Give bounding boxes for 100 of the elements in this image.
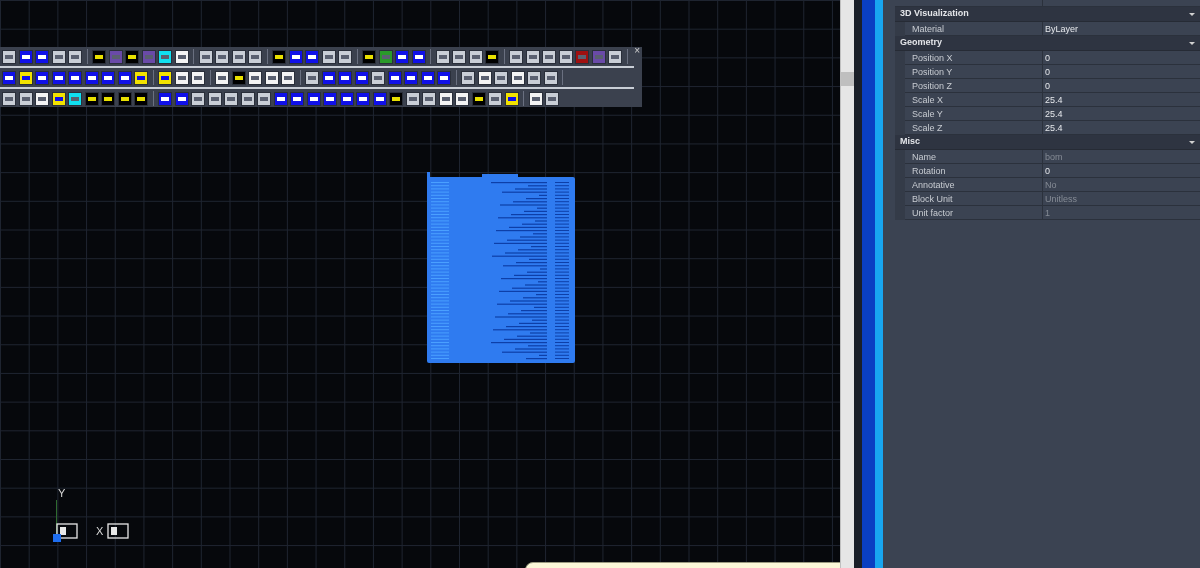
toolbar-button[interactable] bbox=[101, 91, 115, 106]
toolbar-button[interactable] bbox=[257, 91, 271, 106]
toolbar-button[interactable] bbox=[471, 91, 486, 106]
toolbar-button[interactable] bbox=[101, 70, 115, 85]
toolbar-button[interactable] bbox=[354, 70, 369, 85]
property-value[interactable]: 0 bbox=[1043, 51, 1200, 65]
toolbar-button[interactable] bbox=[215, 49, 229, 64]
property-value[interactable]: 0 bbox=[1043, 164, 1200, 178]
toolbar-button[interactable] bbox=[494, 70, 508, 85]
toolbar-button[interactable] bbox=[84, 91, 99, 106]
toolbar-button[interactable] bbox=[404, 70, 418, 85]
toolbar-button[interactable] bbox=[290, 91, 304, 106]
toolbar-button[interactable] bbox=[545, 91, 559, 106]
toolbar-button[interactable] bbox=[306, 91, 321, 106]
toolbar-button[interactable] bbox=[174, 49, 189, 64]
toolbar-button[interactable] bbox=[395, 49, 409, 64]
property-value[interactable]: 25.4 bbox=[1043, 93, 1200, 107]
toolbar-button[interactable] bbox=[35, 91, 49, 106]
toolbar-button[interactable] bbox=[510, 70, 525, 85]
toolbar-button[interactable] bbox=[438, 91, 453, 106]
toolbar-button[interactable] bbox=[477, 70, 492, 85]
toolbar-button[interactable] bbox=[362, 49, 376, 64]
property-value[interactable]: 25.4 bbox=[1043, 121, 1200, 135]
toolbar-button[interactable] bbox=[339, 91, 354, 106]
toolbar-button[interactable] bbox=[455, 91, 469, 106]
toolbar-button[interactable] bbox=[2, 70, 16, 85]
toolbar-button[interactable] bbox=[198, 49, 213, 64]
toolbar-button[interactable] bbox=[231, 70, 246, 85]
toolbar-button[interactable] bbox=[35, 49, 49, 64]
toolbar-button[interactable] bbox=[528, 91, 543, 106]
toolbar-button[interactable] bbox=[134, 70, 148, 85]
property-value[interactable]: 0 bbox=[1043, 79, 1200, 93]
toolbar-button[interactable] bbox=[452, 49, 466, 64]
toolbar-button[interactable] bbox=[174, 70, 189, 85]
toolbar-button[interactable] bbox=[51, 91, 66, 106]
toolbar-button[interactable] bbox=[485, 49, 499, 64]
toolbar-button[interactable] bbox=[542, 49, 556, 64]
toolbar-button[interactable] bbox=[405, 91, 420, 106]
toolbar-button[interactable] bbox=[191, 70, 205, 85]
toolbar-button[interactable] bbox=[420, 70, 435, 85]
toolbar-button[interactable] bbox=[558, 49, 573, 64]
toolbar-button[interactable] bbox=[240, 91, 255, 106]
property-value[interactable]: 25.4 bbox=[1043, 107, 1200, 121]
toolbar-button[interactable] bbox=[174, 91, 189, 106]
drawing-canvas[interactable]: × Y X bbox=[0, 0, 840, 568]
toolbar-button[interactable] bbox=[51, 70, 66, 85]
property-value[interactable]: 0 bbox=[1043, 65, 1200, 79]
toolbar-button[interactable] bbox=[272, 49, 286, 64]
close-button[interactable]: × bbox=[634, 46, 640, 56]
toolbar-button[interactable] bbox=[305, 49, 319, 64]
toolbar-button[interactable] bbox=[248, 49, 262, 64]
toolbar-button[interactable] bbox=[68, 91, 82, 106]
toolbar-button[interactable] bbox=[68, 49, 82, 64]
toolbar-button[interactable] bbox=[158, 70, 172, 85]
toolbar-button[interactable] bbox=[134, 91, 148, 106]
toolbar-button[interactable] bbox=[2, 91, 16, 106]
toolbar-button[interactable] bbox=[387, 70, 402, 85]
toolbar-button[interactable] bbox=[504, 91, 519, 106]
toolbar-button[interactable] bbox=[422, 91, 436, 106]
toolbar-button[interactable] bbox=[338, 70, 352, 85]
toolbar-button[interactable] bbox=[92, 49, 106, 64]
toolbar-button[interactable] bbox=[18, 91, 33, 106]
toolbar-button[interactable] bbox=[411, 49, 426, 64]
category-header[interactable]: Geometry bbox=[895, 36, 1200, 51]
toolbar-button[interactable] bbox=[468, 49, 483, 64]
toolbar-button[interactable] bbox=[158, 49, 172, 64]
toolbar-button[interactable] bbox=[264, 70, 279, 85]
toolbar-button[interactable] bbox=[18, 70, 33, 85]
toolbar-button[interactable] bbox=[68, 70, 82, 85]
toolbar-button[interactable] bbox=[608, 49, 622, 64]
toolbar-button[interactable] bbox=[117, 91, 132, 106]
toolbar-button[interactable] bbox=[437, 70, 451, 85]
toolbar-button[interactable] bbox=[215, 70, 229, 85]
toolbar-button[interactable] bbox=[527, 70, 541, 85]
toolbar-button[interactable] bbox=[224, 91, 238, 106]
toolbar-button[interactable] bbox=[248, 70, 262, 85]
toolbar-button[interactable] bbox=[84, 70, 99, 85]
toolbar-button[interactable] bbox=[323, 91, 337, 106]
toolbar-button[interactable] bbox=[273, 91, 288, 106]
toolbar-button[interactable] bbox=[389, 91, 403, 106]
toolbar-button[interactable] bbox=[281, 70, 295, 85]
toolbar-button[interactable] bbox=[371, 70, 385, 85]
toolbar-button[interactable] bbox=[288, 49, 303, 64]
toolbar-button[interactable] bbox=[51, 49, 66, 64]
toolbar-button[interactable] bbox=[321, 70, 336, 85]
toolbar-button[interactable] bbox=[372, 91, 387, 106]
toolbar-button[interactable] bbox=[461, 70, 475, 85]
toolbar-button[interactable] bbox=[18, 49, 33, 64]
toolbar-button[interactable] bbox=[125, 49, 139, 64]
toolbar-button[interactable] bbox=[305, 70, 319, 85]
toolbar-button[interactable] bbox=[509, 49, 523, 64]
toolbar-button[interactable] bbox=[321, 49, 336, 64]
toolbar-button[interactable] bbox=[191, 91, 205, 106]
category-header[interactable]: Misc bbox=[895, 135, 1200, 150]
toolbar-button[interactable] bbox=[356, 91, 370, 106]
toolbar-button[interactable] bbox=[207, 91, 222, 106]
toolbar-button[interactable] bbox=[435, 49, 450, 64]
toolbar-button[interactable] bbox=[338, 49, 352, 64]
toolbar-button[interactable] bbox=[158, 91, 172, 106]
toolbar-button[interactable] bbox=[525, 49, 540, 64]
